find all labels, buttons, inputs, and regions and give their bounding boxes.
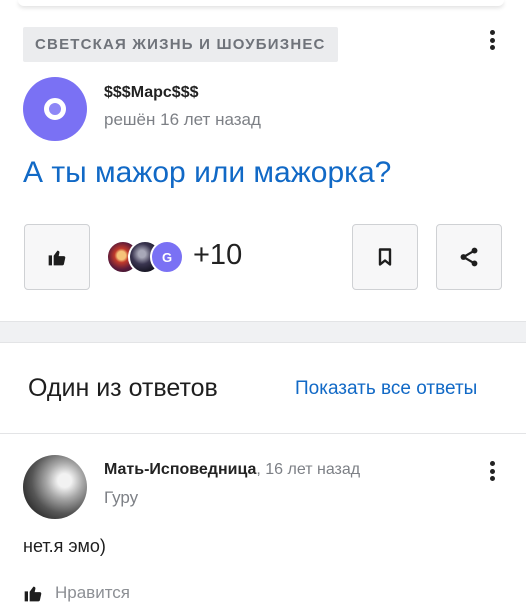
thumbs-up-icon: [24, 586, 42, 602]
answers-heading: Один из ответов: [28, 374, 218, 402]
like-label: Нравится: [55, 583, 131, 602]
more-icon[interactable]: [482, 28, 502, 52]
answer-text: нет.я эмо): [23, 536, 106, 556]
avatar: G: [150, 240, 184, 274]
answers-card: Один из ответов Показать все ответы Мать…: [0, 342, 526, 604]
thumbs-up-icon: [48, 250, 66, 266]
divider: [0, 433, 526, 434]
question-title[interactable]: А ты мажор или мажорка?: [23, 156, 391, 190]
like-button[interactable]: [24, 224, 90, 290]
answer-time: , 16 лет назад: [256, 461, 361, 478]
category-tag[interactable]: СВЕТСКАЯ ЖИЗНЬ И ШОУБИЗНЕС: [23, 27, 338, 62]
answer-like-button[interactable]: Нравится: [23, 583, 130, 603]
previous-card-edge: [18, 0, 504, 6]
avatar[interactable]: [23, 77, 87, 141]
share-button[interactable]: [436, 224, 502, 290]
author-name[interactable]: $$$Марс$$$: [104, 84, 198, 102]
more-icon[interactable]: [482, 459, 502, 483]
likers-count[interactable]: +10: [193, 239, 242, 272]
avatar[interactable]: [23, 455, 87, 519]
show-all-answers-link[interactable]: Показать все ответы: [295, 378, 477, 400]
share-icon: [460, 247, 478, 267]
answer-rank: Гуру: [104, 488, 139, 507]
bookmark-button[interactable]: [352, 224, 418, 290]
likers-avatars[interactable]: G: [106, 240, 184, 274]
answer-author-line: Мать-Исповедница, 16 лет назад: [104, 461, 360, 479]
answer-author[interactable]: Мать-Исповедница: [104, 461, 256, 478]
bookmark-icon: [378, 248, 392, 266]
question-card: СВЕТСКАЯ ЖИЗНЬ И ШОУБИЗНЕС $$$Марс$$$ ре…: [0, 0, 526, 322]
question-status: решён 16 лет назад: [104, 110, 261, 129]
